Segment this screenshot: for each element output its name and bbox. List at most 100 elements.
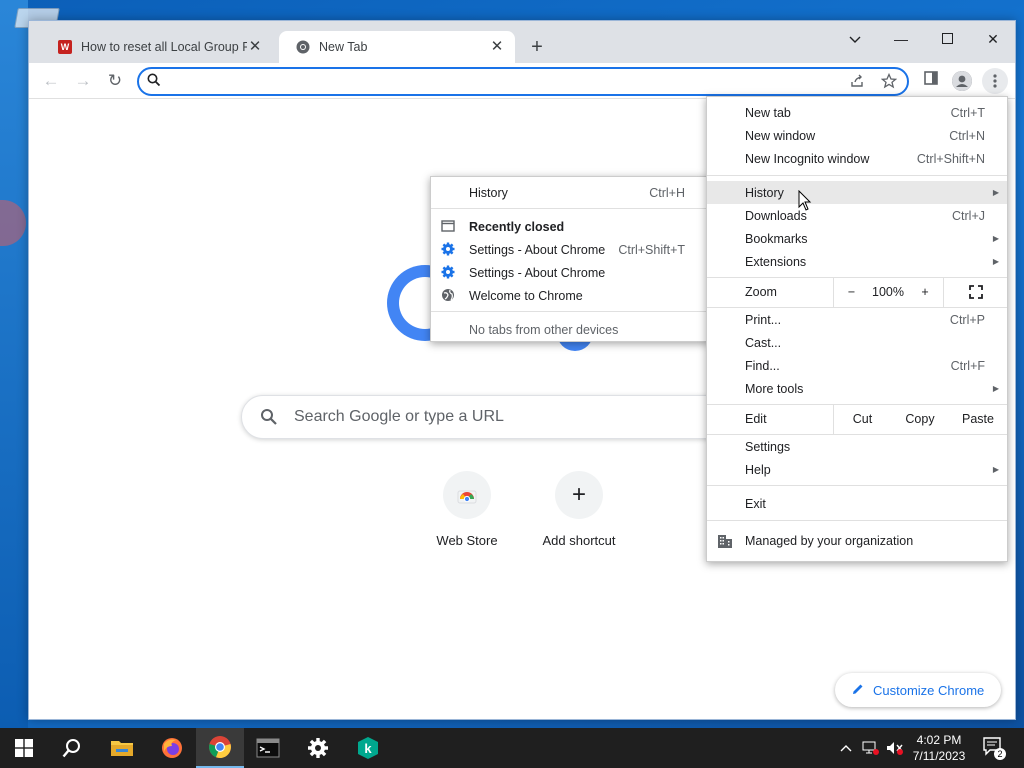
- globe-icon: [441, 288, 455, 302]
- menu-item-managed[interactable]: Managed by your organization: [707, 529, 1007, 553]
- site-favicon-icon: W: [57, 39, 73, 55]
- chrome-icon[interactable]: [196, 728, 244, 768]
- copy-button[interactable]: Copy: [891, 404, 949, 434]
- menu-item-more-tools[interactable]: More tools ▶: [707, 377, 1007, 400]
- settings-icon[interactable]: [294, 728, 342, 768]
- submenu-arrow-icon: ▶: [992, 465, 999, 474]
- terminal-icon[interactable]: [244, 728, 292, 768]
- divider: [707, 175, 1007, 176]
- search-icon: [260, 408, 278, 429]
- menu-item-bookmarks[interactable]: Bookmarks ▶: [707, 227, 1007, 250]
- customize-chrome-button[interactable]: Customize Chrome: [835, 673, 1001, 707]
- submenu-item-welcome[interactable]: Welcome to Chrome: [431, 284, 709, 307]
- shortcut-label: Web Store: [436, 533, 498, 548]
- zoom-label: Zoom: [745, 285, 777, 299]
- clock-time: 4:02 PM: [916, 733, 962, 747]
- share-icon[interactable]: [849, 73, 869, 93]
- shortcut-label: Add shortcut: [542, 533, 616, 548]
- submenu-item-settings-about-1[interactable]: Settings - About Chrome Ctrl+Shift+T: [431, 238, 709, 261]
- volume-muted-icon[interactable]: [886, 728, 904, 768]
- show-hidden-icons-icon[interactable]: [840, 728, 852, 768]
- menu-item-new-tab[interactable]: New tab Ctrl+T: [707, 101, 1007, 124]
- tab-title: New Tab: [319, 40, 368, 54]
- edit-label: Edit: [745, 412, 767, 426]
- kaspersky-icon[interactable]: k: [344, 728, 392, 768]
- web-store-icon: [443, 471, 491, 519]
- menu-item-downloads[interactable]: Downloads Ctrl+J: [707, 204, 1007, 227]
- cut-button[interactable]: Cut: [833, 404, 891, 434]
- maximize-button[interactable]: [927, 25, 967, 53]
- submenu-item-no-tabs: No tabs from other devices: [469, 322, 619, 337]
- shortcut-web-store[interactable]: Web Store: [411, 471, 523, 548]
- shortcut-add[interactable]: + Add shortcut: [523, 471, 635, 548]
- clock-date: 7/11/2023: [912, 749, 966, 763]
- tab-search-icon[interactable]: [835, 25, 875, 53]
- tab-new-tab[interactable]: New Tab ✕: [279, 31, 515, 63]
- browser-toolbar: ← → ↻: [29, 63, 1015, 99]
- fullscreen-icon[interactable]: [943, 277, 1007, 307]
- chrome-menu-button[interactable]: [982, 68, 1008, 94]
- divider: [431, 208, 709, 209]
- forward-button[interactable]: →: [69, 67, 97, 95]
- window-icon: [441, 219, 455, 233]
- menu-item-settings[interactable]: Settings: [707, 435, 1007, 458]
- tab-strip: W How to reset all Local Group Polic ✕ N…: [29, 21, 1015, 63]
- address-input[interactable]: [169, 72, 829, 91]
- tab-how-to-reset[interactable]: W How to reset all Local Group Polic ✕: [41, 31, 273, 63]
- close-tab-icon[interactable]: ✕: [489, 39, 505, 55]
- submenu-item-history[interactable]: History Ctrl+H: [431, 181, 709, 204]
- chrome-main-menu: New tab Ctrl+T New window Ctrl+N New Inc…: [706, 96, 1008, 562]
- submenu-arrow-icon: ▶: [992, 234, 999, 243]
- menu-row-edit: Edit Cut Copy Paste: [707, 404, 1007, 434]
- zoom-in-button[interactable]: +: [907, 277, 943, 307]
- building-icon: [717, 533, 733, 552]
- submenu-arrow-icon: ▶: [992, 188, 999, 197]
- close-window-button[interactable]: ✕: [973, 25, 1013, 53]
- customize-label: Customize Chrome: [873, 682, 985, 698]
- submenu-item-recently-closed: Recently closed: [431, 215, 709, 238]
- notification-center-icon[interactable]: 2: [982, 736, 1006, 760]
- divider: [431, 311, 709, 312]
- back-button[interactable]: ←: [37, 67, 65, 95]
- reload-button[interactable]: ↻: [101, 67, 129, 95]
- search-icon: [147, 73, 167, 93]
- new-tab-button[interactable]: +: [525, 36, 549, 60]
- search-icon[interactable]: [48, 728, 96, 768]
- menu-item-extensions[interactable]: Extensions ▶: [707, 250, 1007, 273]
- minimize-button[interactable]: —: [881, 25, 921, 53]
- bookmark-star-icon[interactable]: [880, 72, 901, 93]
- menu-item-help[interactable]: Help ▶: [707, 458, 1007, 481]
- notification-count-badge: 2: [994, 748, 1006, 760]
- zoom-level: 100%: [872, 285, 904, 299]
- menu-row-zoom: Zoom − 100% +: [707, 277, 1007, 307]
- menu-item-new-incognito[interactable]: New Incognito window Ctrl+Shift+N: [707, 147, 1007, 170]
- menu-item-find[interactable]: Find... Ctrl+F: [707, 354, 1007, 377]
- divider: [707, 520, 1007, 521]
- pencil-icon: [851, 682, 865, 699]
- side-panel-icon[interactable]: [919, 69, 943, 93]
- close-tab-icon[interactable]: ✕: [247, 39, 263, 55]
- network-icon[interactable]: [862, 728, 880, 768]
- chrome-favicon-icon: [295, 39, 311, 55]
- history-submenu: History Ctrl+H Recently closed Settings …: [430, 176, 710, 342]
- submenu-item-settings-about-2[interactable]: Settings - About Chrome: [431, 261, 709, 284]
- start-icon[interactable]: [0, 728, 48, 768]
- file-explorer-icon[interactable]: [98, 728, 146, 768]
- menu-item-print[interactable]: Print... Ctrl+P: [707, 308, 1007, 331]
- menu-item-history[interactable]: History ▶: [707, 181, 1007, 204]
- mouse-cursor-icon: [798, 189, 812, 215]
- zoom-out-button[interactable]: −: [833, 277, 869, 307]
- menu-item-cast[interactable]: Cast...: [707, 331, 1007, 354]
- firefox-icon[interactable]: [148, 728, 196, 768]
- address-bar[interactable]: [137, 67, 909, 96]
- profile-avatar[interactable]: [950, 69, 974, 93]
- taskbar-clock[interactable]: 4:02 PM 7/11/2023: [908, 732, 970, 764]
- gear-icon: [441, 265, 455, 279]
- svg-text:k: k: [364, 741, 372, 756]
- desktop-background: [0, 0, 28, 728]
- menu-item-exit[interactable]: Exit: [707, 492, 1007, 515]
- submenu-arrow-icon: ▶: [992, 257, 999, 266]
- paste-button[interactable]: Paste: [949, 404, 1007, 434]
- plus-icon: +: [555, 471, 603, 519]
- menu-item-new-window[interactable]: New window Ctrl+N: [707, 124, 1007, 147]
